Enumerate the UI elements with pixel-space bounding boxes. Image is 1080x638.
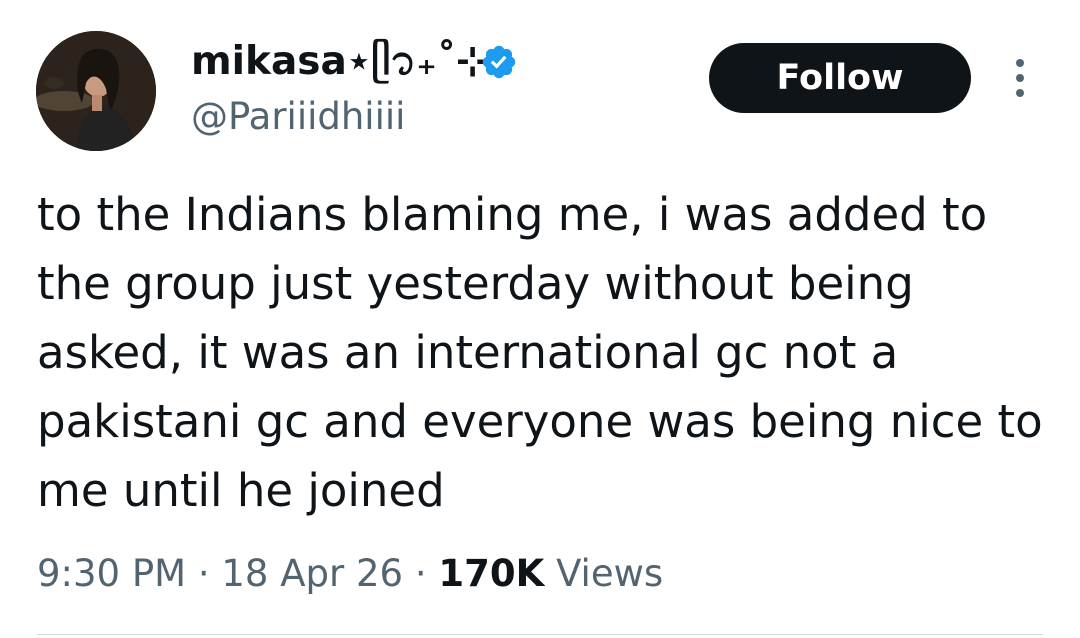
- user-handle[interactable]: @Pariiidhiiii: [191, 92, 405, 142]
- views-count: 170K: [438, 552, 545, 595]
- meta-separator: ·: [414, 552, 427, 595]
- tweet-date[interactable]: 18 Apr 26: [221, 552, 403, 595]
- follow-button[interactable]: Follow: [709, 43, 971, 113]
- tweet-text: to the Indians blaming me, i was added t…: [37, 188, 1043, 517]
- views-label: Views: [556, 552, 664, 595]
- tweet-meta: 9:30 PM · 18 Apr 26 · 170K Views: [37, 546, 663, 602]
- more-vertical-icon[interactable]: [1008, 56, 1032, 102]
- tweet-time[interactable]: 9:30 PM: [37, 552, 186, 595]
- display-name[interactable]: mikasa⋆ᥫ᭡₊˚⊹: [191, 34, 489, 90]
- meta-separator: ·: [197, 552, 210, 595]
- avatar[interactable]: [36, 31, 156, 151]
- verified-badge-icon: [482, 45, 516, 79]
- tweet-card: mikasa⋆ᥫ᭡₊˚⊹ @Pariiidhiiii Follow to the…: [0, 0, 1080, 638]
- divider: [37, 634, 1043, 635]
- profile-photo-icon: [36, 31, 156, 151]
